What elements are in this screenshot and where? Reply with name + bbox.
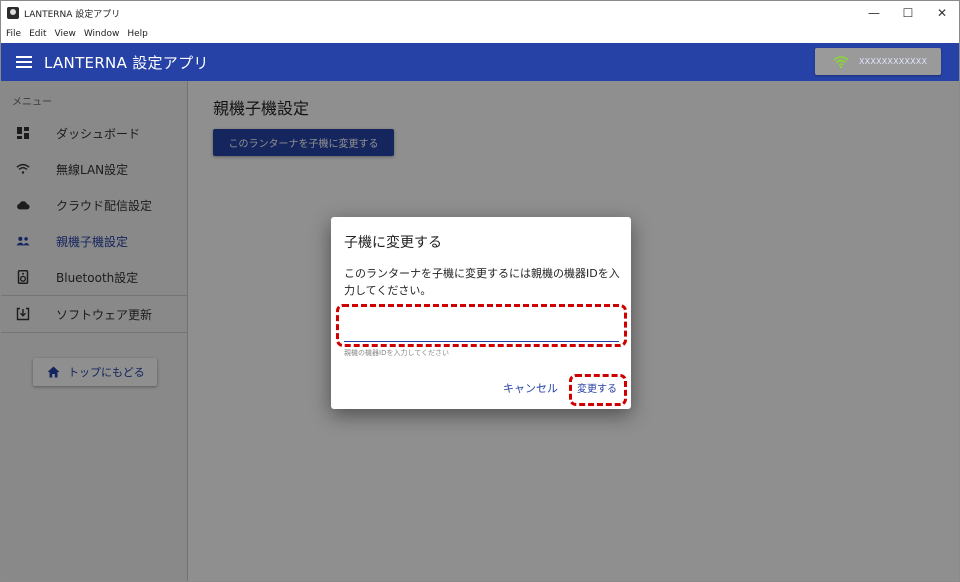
menu-view[interactable]: View [55, 29, 76, 39]
app-bar: LANTERNA 設定アプリ XXXXXXXXXXXX [1, 43, 959, 81]
highlight-confirm-callout [569, 374, 627, 406]
window-controls: — ☐ ✕ [857, 1, 959, 25]
highlight-input-callout [336, 304, 627, 347]
menu-help[interactable]: Help [127, 29, 148, 39]
maximize-button[interactable]: ☐ [891, 1, 925, 25]
wifi-status-chip[interactable]: XXXXXXXXXXXX [815, 48, 941, 75]
menu-bar: File Edit View Window Help [1, 25, 959, 43]
menu-file[interactable]: File [6, 29, 21, 39]
wifi-icon [833, 55, 849, 68]
menu-edit[interactable]: Edit [29, 29, 46, 39]
dialog-message: このランターナを子機に変更するには親機の機器IDを入力してください。 [344, 267, 620, 297]
minimize-button[interactable]: — [857, 1, 891, 25]
input-helper-text: 親機の機器IDを入力してください [344, 349, 450, 357]
close-button[interactable]: ✕ [925, 1, 959, 25]
wifi-ssid: XXXXXXXXXXXX [859, 57, 928, 66]
hamburger-menu-icon[interactable] [16, 56, 32, 68]
app-bar-title: LANTERNA 設定アプリ [44, 53, 209, 72]
menu-window[interactable]: Window [84, 29, 120, 39]
window-title: LANTERNA 設定アプリ [24, 9, 121, 20]
cancel-button[interactable]: キャンセル [503, 380, 558, 396]
dialog-title: 子機に変更する [344, 235, 442, 251]
app-window: LANTERNA 設定アプリ — ☐ ✕ File Edit View Wind… [0, 0, 960, 582]
title-bar: LANTERNA 設定アプリ — ☐ ✕ [1, 1, 959, 25]
lantern-app-icon [7, 7, 19, 19]
